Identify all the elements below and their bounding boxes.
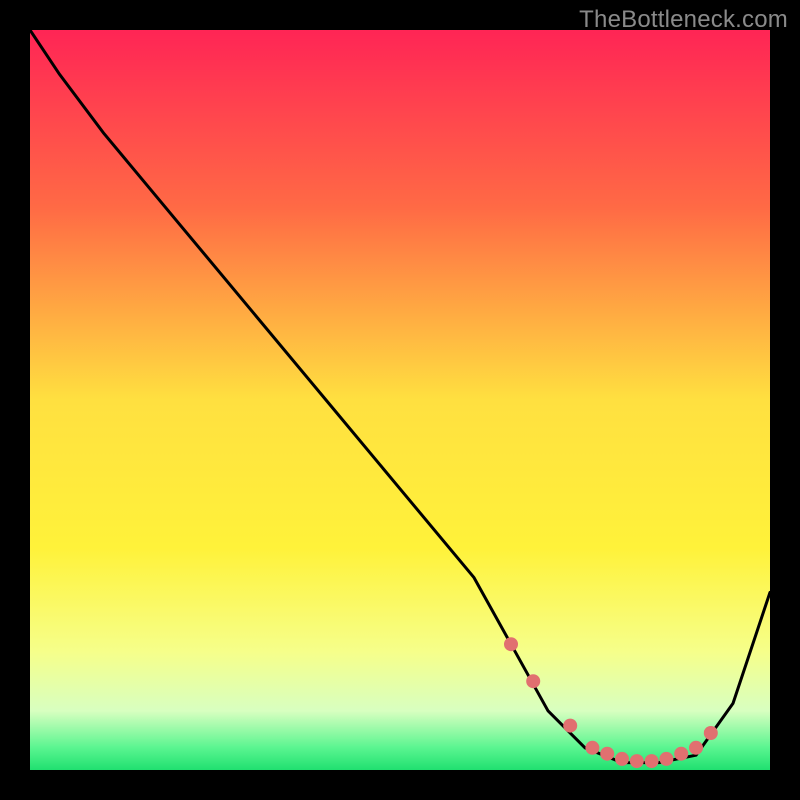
plot-area: [30, 30, 770, 770]
sweet-spot-dot: [689, 741, 703, 755]
sweet-spot-dot: [526, 674, 540, 688]
sweet-spot-dot: [615, 752, 629, 766]
sweet-spot-dot: [674, 747, 688, 761]
gradient-background: [30, 30, 770, 770]
chart-frame: TheBottleneck.com: [0, 0, 800, 800]
sweet-spot-dot: [704, 726, 718, 740]
sweet-spot-dot: [504, 637, 518, 651]
sweet-spot-dot: [585, 741, 599, 755]
sweet-spot-dot: [563, 719, 577, 733]
sweet-spot-dot: [659, 752, 673, 766]
sweet-spot-dot: [600, 747, 614, 761]
chart-svg: [30, 30, 770, 770]
sweet-spot-dot: [645, 754, 659, 768]
sweet-spot-dot: [630, 754, 644, 768]
